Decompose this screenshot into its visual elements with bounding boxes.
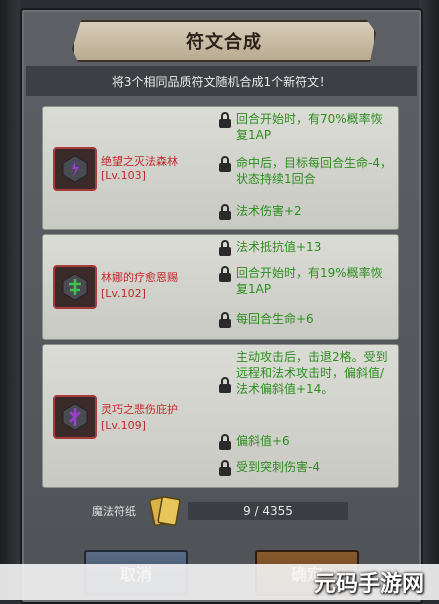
green-rune-stone-icon [62, 273, 88, 301]
rune-slot-3[interactable] [53, 395, 97, 439]
material-progress-text: 9 / 4355 [243, 504, 293, 518]
lock-icon[interactable] [218, 312, 232, 328]
rune-slot-2[interactable] [53, 265, 97, 309]
lock-icon[interactable] [218, 240, 232, 256]
lock-icon[interactable] [218, 377, 232, 393]
purple-rune-stone-icon [62, 403, 88, 431]
rune-level: [Lv.109] [101, 419, 146, 432]
rune-attribute: 每回合生命+6 [218, 311, 393, 328]
rune-attribute: 回合开始时，有19%概率恢复1AP [218, 265, 393, 297]
background-left-edge [0, 0, 20, 600]
lock-icon[interactable] [218, 460, 232, 476]
rune-attribute: 回合开始时，有70%概率恢复1AP [218, 111, 393, 143]
rune-attribute: 法术抵抗值+13 [218, 239, 393, 256]
rune-slot-1[interactable] [53, 147, 97, 191]
lock-icon[interactable] [218, 204, 232, 220]
rune-attribute: 主动攻击后，击退2格。受到远程和法术攻击时，偏斜值/法术偏斜值+14。 [218, 349, 393, 397]
material-cost-row: 魔法符纸 9 / 4355 [92, 496, 352, 526]
lock-icon[interactable] [218, 266, 232, 282]
rune-synthesis-dialog: 符文合成 将3个相同品质符文随机合成1个新符文！ 绝望之灭法森林 [Lv.103… [20, 8, 423, 604]
subtitle-bar: 将3个相同品质符文随机合成1个新符文！ [26, 66, 417, 96]
rune-card-2[interactable]: 林娜的疗愈恩赐 [Lv.102] 法术抵抗值+13 回合开始时，有19%概率恢复… [42, 234, 399, 340]
rune-card-1[interactable]: 绝望之灭法森林 [Lv.103] 回合开始时，有70%概率恢复1AP 命中后，目… [42, 106, 399, 230]
lock-icon[interactable] [218, 434, 232, 450]
title-banner: 符文合成 [72, 20, 376, 62]
lock-icon[interactable] [218, 112, 232, 128]
rune-name: 绝望之灭法森林 [101, 155, 178, 168]
dialog-subtitle: 将3个相同品质符文随机合成1个新符文！ [111, 74, 332, 89]
rune-attribute: 受到突刺伤害-4 [218, 459, 393, 476]
rune-attribute: 偏斜值+6 [218, 433, 393, 450]
rune-level: [Lv.102] [101, 287, 146, 300]
magic-paper-icon [149, 496, 181, 526]
rune-name: 灵巧之悲伤庇护 [101, 403, 178, 416]
purple-rune-stone-icon [62, 155, 88, 183]
dialog-title: 符文合成 [186, 32, 262, 53]
rune-card-3[interactable]: 灵巧之悲伤庇护 [Lv.109] 主动攻击后，击退2格。受到远程和法术攻击时，偏… [42, 344, 399, 488]
site-watermark: 元码手游网 [313, 572, 424, 597]
rune-name: 林娜的疗愈恩赐 [101, 271, 178, 284]
rune-attribute: 命中后，目标每回合生命-4，状态持续1回合 [218, 155, 393, 187]
material-label: 魔法符纸 [92, 505, 136, 518]
lock-icon[interactable] [218, 156, 232, 172]
rune-attribute: 法术伤害+2 [218, 203, 393, 220]
rune-level: [Lv.103] [101, 169, 146, 182]
